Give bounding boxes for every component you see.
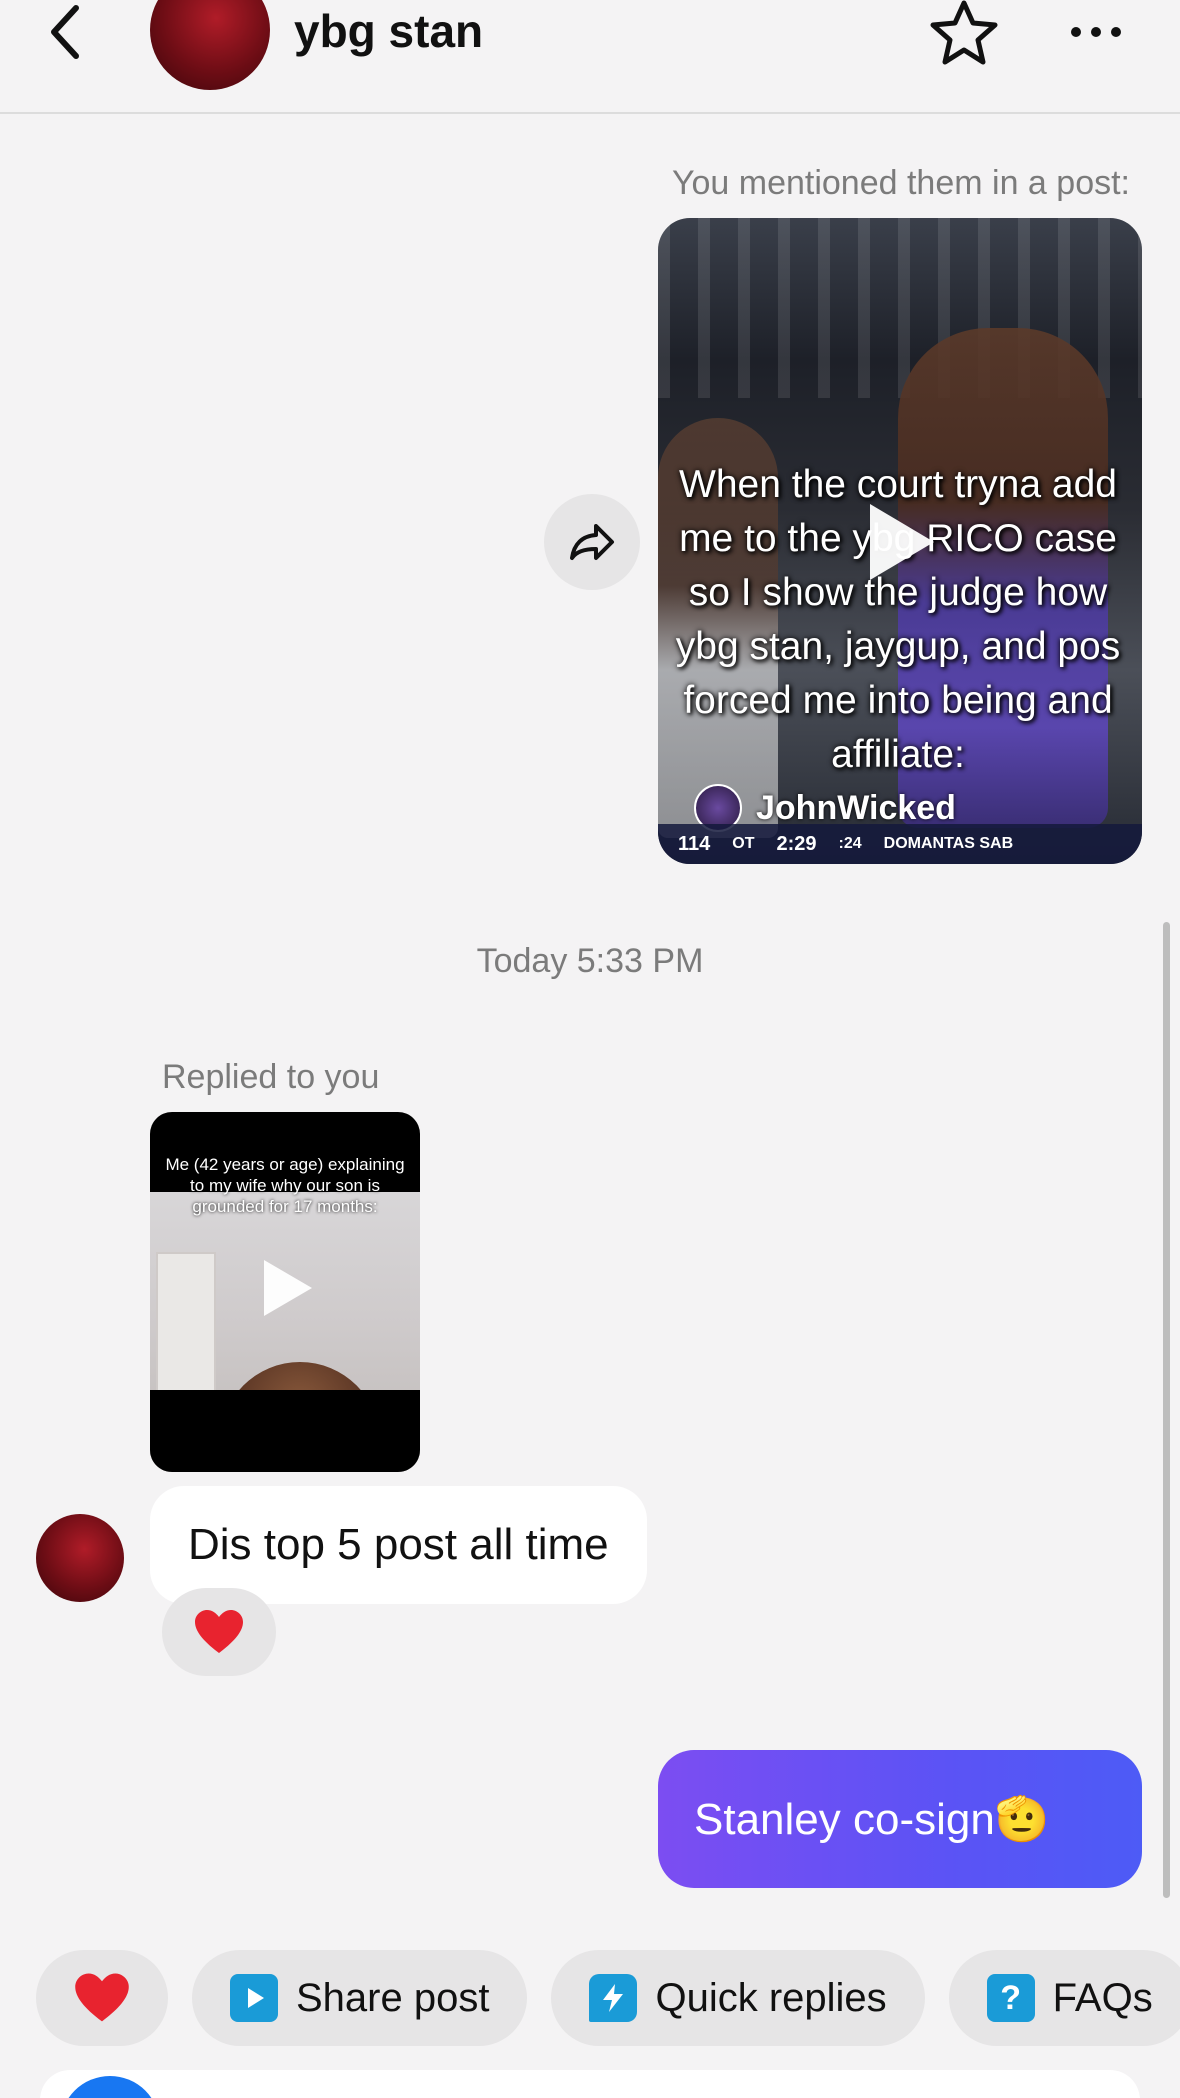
timestamp: Today 5:33 PM (476, 942, 704, 980)
mention-label: You mentioned them in a post: (671, 164, 1130, 202)
chevron-left-icon (51, 5, 79, 59)
more-options-button[interactable] (1060, 8, 1132, 56)
reaction-badge[interactable] (162, 1588, 276, 1676)
lightning-icon (589, 1974, 638, 2022)
chat-header: ybg stan (0, 0, 1180, 114)
avatar[interactable] (150, 0, 270, 90)
play-icon (264, 1260, 312, 1316)
avatar[interactable] (36, 1514, 124, 1602)
score: 114 (678, 832, 711, 855)
page-title[interactable]: ybg stan (294, 4, 483, 58)
dm-thread-screen: ybg stan You mentioned them in a post: W… (0, 0, 1180, 2098)
faqs-button[interactable]: ? FAQs (948, 1950, 1180, 2046)
back-button[interactable] (36, 0, 96, 64)
heart-icon (195, 1610, 243, 1653)
heart-icon (75, 1973, 129, 2022)
scoreboard: 114 OT 2:29 :24 DOMANTAS SAB (658, 824, 1142, 864)
shared-reel[interactable]: When the court tryna add me to the ybg R… (658, 218, 1142, 864)
forward-button[interactable] (544, 494, 640, 590)
replied-reel[interactable]: Me (42 years or age) explaining to my wi… (150, 1112, 420, 1472)
chip-label: FAQs (1052, 1975, 1153, 2020)
period: OT (732, 835, 755, 852)
share-arrow-icon (570, 524, 614, 560)
star-button[interactable] (928, 0, 1000, 65)
dot (1091, 27, 1101, 37)
outgoing-message[interactable]: Stanley co-sign🫡 (658, 1750, 1142, 1888)
dot (1071, 27, 1081, 37)
reel-caption: Me (42 years or age) explaining to my wi… (165, 1155, 405, 1216)
shot-clock: :24 (838, 835, 862, 852)
star-icon (930, 0, 998, 65)
incoming-message[interactable]: Dis top 5 post all time (150, 1486, 647, 1604)
chip-label: Quick replies (655, 1975, 887, 2020)
play-icon (870, 504, 934, 580)
author-name: JohnWicked (756, 788, 956, 827)
quick-actions-bar: Share post Quick replies ? FAQs (36, 1950, 1180, 2046)
send-heart-button[interactable] (36, 1950, 168, 2046)
game-clock: 2:29 (776, 832, 817, 855)
share-post-icon (230, 1974, 278, 2022)
chip-label: Share post (296, 1975, 490, 2020)
replied-label: Replied to you (162, 1058, 380, 1096)
quick-replies-button[interactable]: Quick replies (551, 1950, 925, 2046)
share-post-button[interactable]: Share post (192, 1950, 528, 2046)
dot (1111, 27, 1121, 37)
ticker: DOMANTAS SAB (883, 835, 1014, 852)
video-frame (150, 1390, 420, 1472)
question-icon: ? (986, 1974, 1035, 2022)
scrollbar[interactable] (1163, 922, 1170, 1898)
message-composer[interactable] (40, 2070, 1140, 2098)
